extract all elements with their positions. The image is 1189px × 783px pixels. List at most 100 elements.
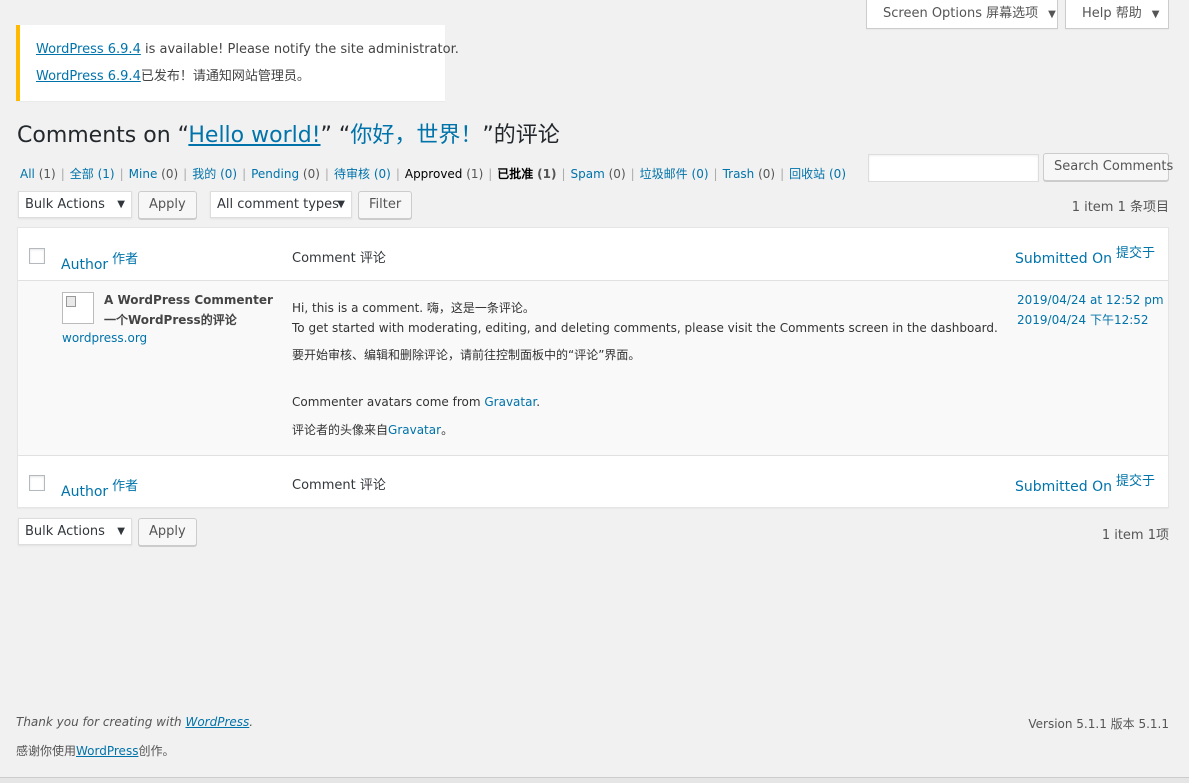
apply-button-top[interactable]: Apply [138,191,197,219]
separator: | [324,167,329,181]
status-filter-item: 全部 (1) | [70,167,129,181]
select-all-checkbox-bottom[interactable] [29,475,45,491]
avatar [62,292,94,324]
comment-date-zh[interactable]: 2019/04/24 下午12:52 [1017,310,1149,330]
line4-suffix: . [536,395,541,409]
author-col-en: Author [61,257,109,273]
chevron-down-icon: ▼ [337,199,345,210]
comment-line-3: 要开始审核、编辑和删除评论，请前往控制面板中的“评论”界面。 [292,348,641,362]
status-filter-link[interactable]: 全部 (1) [70,167,115,181]
status-filter-item: Trash (0) | [723,167,790,181]
author-url-link[interactable]: wordpress.org [62,331,147,345]
table-row: A WordPress Commenter 一个WordPress的评论 wor… [18,281,1168,455]
status-filter-label: 回收站 [789,167,826,181]
wordpress-link-zh[interactable]: WordPress [76,744,138,758]
caret-down-icon: ▼ [1048,9,1056,20]
status-filter-link[interactable]: Trash (0) [723,167,776,181]
comment-type-select[interactable]: All comment types ▼ [210,191,352,218]
status-filter-link[interactable]: 回收站 (0) [789,167,846,181]
notice-line-en: WordPress 6.9.4 is available! Please not… [36,36,459,63]
bulk-actions-select-top[interactable]: Bulk Actions ▼ [18,191,132,218]
caret-down-icon: ▼ [1151,9,1160,20]
status-filter-label: 已批准 [497,167,534,181]
status-filter-link[interactable]: 待审核 (0) [334,167,391,181]
status-filter-label: Approved [404,167,463,181]
sort-submitted[interactable]: Submitted On 提交于 [1015,242,1155,267]
screen-options-button[interactable]: Screen Options 屏幕选项 ▼ [866,0,1058,29]
status-filter-link: Approved (1) [405,167,483,181]
bottom-scrollbar[interactable] [0,777,1189,783]
separator: | [488,167,493,181]
update-link[interactable]: WordPress 6.9.4 [36,42,141,57]
page-title: Comments on “Hello world!” “你好，世界！”的评论 [17,120,560,152]
apply-button-bottom[interactable]: Apply [138,518,197,546]
table-header: Author 作者 Comment 评论 Submitted On 提交于 [18,228,1168,281]
help-label: Help 帮助 [1082,6,1142,21]
select-all-checkbox[interactable] [29,248,45,264]
status-filter-link[interactable]: All (1) [20,167,56,181]
bulk-actions-value: Bulk Actions [25,197,105,212]
status-filter-item: Spam (0) | [571,167,640,181]
post-link-en[interactable]: Hello world! [188,123,320,148]
filter-button[interactable]: Filter [358,191,413,219]
gravatar-link[interactable]: Gravatar [484,395,536,409]
comments-table: Author 作者 Comment 评论 Submitted On 提交于 A Wo… [17,227,1169,508]
sort-author-bottom[interactable]: Author 作者 [61,475,138,500]
status-filter-link[interactable]: 垃圾邮件 (0) [640,167,709,181]
author-name-en: A WordPress Commenter [104,293,273,307]
gravatar-link-zh[interactable]: Gravatar [388,423,441,437]
submitted-col-zh: 提交于 [1116,246,1156,261]
status-filter-item: Pending (0) | [251,167,334,181]
status-filter-link[interactable]: Spam (0) [571,167,626,181]
comment-date-en[interactable]: 2019/04/24 at 12:52 pm [1017,290,1164,310]
post-link-zh[interactable]: 你好，世界！ [350,123,482,148]
version-text: Version 5.1.1 版本 5.1.1 [1028,717,1169,731]
status-filters: All (1) | 全部 (1) | Mine (0) | 我的 (0) | Pending (… [20,165,846,182]
search-input[interactable] [868,154,1039,182]
status-filter-count: (1) [97,167,115,181]
status-filter-count: (1) [38,167,56,181]
status-filter-item: 我的 (0) | [192,167,251,181]
author-col-en: Author [61,484,109,500]
author-col-zh: 作者 [112,479,139,494]
status-filter-count: (0) [691,167,709,181]
status-filter-item: 待审核 (0) | [334,167,405,181]
line4-text: Commenter avatars come from [292,395,485,409]
status-filter-link[interactable]: Mine (0) [129,167,179,181]
sort-author[interactable]: Author 作者 [61,248,138,273]
wordpress-link[interactable]: WordPress [185,715,249,729]
status-filter-count: (0) [220,167,238,181]
comment-line-2: To get started with moderating, editing,… [292,321,998,335]
notice-text-en: is available! Please notify the site adm… [140,42,459,57]
status-filter-label: All [20,167,35,181]
author-name-zh: 一个WordPress的评论 [104,313,237,327]
comment-line-4: Commenter avatars come from Gravatar. [292,392,540,412]
status-filter-link[interactable]: 我的 (0) [192,167,237,181]
comment-type-value: All comment types [217,197,339,212]
status-filter-count: (0) [608,167,626,181]
help-button[interactable]: Help 帮助 ▼ [1065,0,1169,29]
comment-line-1: Hi, this is a comment. 嗨，这是一条评论。 [292,301,535,315]
status-filter-label: 我的 [192,167,217,181]
footer-thanks-zh: 感谢你使用WordPress创作。 [16,742,174,759]
notice-text-zh: 已发布！请通知网站管理员。 [140,69,310,84]
status-filter-count: (0) [161,167,179,181]
status-filter-count: (0) [758,167,776,181]
status-filter-label: Spam [570,167,605,181]
status-filter-item: Approved (1) | [405,167,497,181]
submitted-col-en: Submitted On [1015,479,1112,495]
separator: | [242,167,247,181]
title-prefix: Comments on “ [17,123,189,148]
separator: | [713,167,718,181]
search-comments-button[interactable]: Search Comments [1043,153,1173,181]
status-filter-label: 全部 [69,167,94,181]
bulk-actions-select-bottom[interactable]: Bulk Actions ▼ [18,518,132,545]
update-link-zh[interactable]: WordPress 6.9.4 [36,69,141,84]
sort-submitted-bottom[interactable]: Submitted On 提交于 [1015,470,1155,495]
status-filter-link[interactable]: Pending (0) [251,167,320,181]
separator: | [183,167,188,181]
status-filter-item: All (1) | [20,167,70,181]
status-filter-item: Mine (0) | [129,167,193,181]
submitted-col-en: Submitted On [1015,251,1112,267]
items-count-top: 1 item 1 条项目 [1071,200,1169,215]
